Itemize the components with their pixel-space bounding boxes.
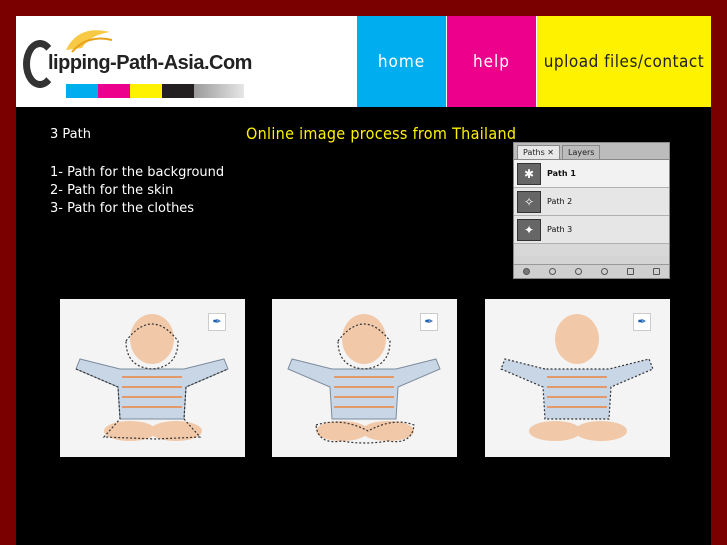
- tab-layers[interactable]: Layers: [562, 145, 601, 159]
- site-logo[interactable]: lipping-Path-Asia.Com: [16, 16, 356, 107]
- close-icon[interactable]: ✕: [547, 148, 554, 157]
- baby-photo-skin-path: ✒: [272, 299, 457, 457]
- section-heading: 3 Path: [50, 127, 91, 142]
- trash-icon[interactable]: [652, 268, 660, 275]
- pen-tool-icon: ✒: [633, 313, 651, 331]
- black-bar: [162, 84, 194, 98]
- logo-color-bars: [66, 84, 244, 98]
- tagline: Online image process from Thailand: [246, 124, 517, 143]
- path-list: 1- Path for the background 2- Path for t…: [50, 164, 224, 218]
- list-item: 3- Path for the clothes: [50, 201, 195, 216]
- gray-gradient-bar: [194, 84, 244, 98]
- fill-path-icon[interactable]: [523, 268, 531, 275]
- tab-label: Paths: [523, 148, 545, 157]
- path-row[interactable]: ✱ Path 1: [514, 160, 669, 188]
- path-row[interactable]: ✦ Path 3: [514, 216, 669, 244]
- page-frame: lipping-Path-Asia.Com home help upload f…: [16, 16, 711, 545]
- pen-tool-icon: ✒: [208, 313, 226, 331]
- list-item: 1- Path for the background: [50, 165, 225, 180]
- panel-tabs: Paths ✕ Layers: [514, 143, 669, 160]
- magenta-bar: [98, 84, 130, 98]
- load-selection-icon[interactable]: [575, 268, 583, 275]
- header: lipping-Path-Asia.Com home help upload f…: [16, 16, 711, 107]
- baby-photo-background-path: ✒: [60, 299, 245, 457]
- cyan-bar: [66, 84, 98, 98]
- yellow-bar: [130, 84, 162, 98]
- logo-text: lipping-Path-Asia.Com: [48, 52, 252, 74]
- logo-swirl-icon: [66, 30, 113, 53]
- path-label: Path 2: [547, 197, 573, 206]
- paths-panel: Paths ✕ Layers ✱ Path 1 ✧ Path 2 ✦ Path …: [513, 142, 670, 279]
- panel-empty-area: [514, 244, 669, 256]
- path-label: Path 1: [547, 169, 576, 178]
- tab-paths[interactable]: Paths ✕: [517, 145, 560, 159]
- new-path-icon[interactable]: [626, 268, 634, 275]
- panel-toolbar: [514, 264, 669, 278]
- path-label: Path 3: [547, 225, 573, 234]
- pen-tool-icon: ✒: [420, 313, 438, 331]
- baby-photo-clothes-path: ✒: [485, 299, 670, 457]
- list-item: 2- Path for the skin: [50, 183, 174, 198]
- nav-help[interactable]: help: [447, 16, 536, 107]
- path-thumbnail-icon: ✦: [517, 218, 541, 241]
- path-thumbnail-icon: ✧: [517, 190, 541, 213]
- path-row[interactable]: ✧ Path 2: [514, 188, 669, 216]
- nav-home[interactable]: home: [357, 16, 446, 107]
- make-work-path-icon[interactable]: [600, 268, 608, 275]
- nav-upload-contact[interactable]: upload files/contact: [537, 16, 711, 107]
- stroke-path-icon[interactable]: [549, 268, 557, 275]
- path-thumbnail-icon: ✱: [517, 162, 541, 185]
